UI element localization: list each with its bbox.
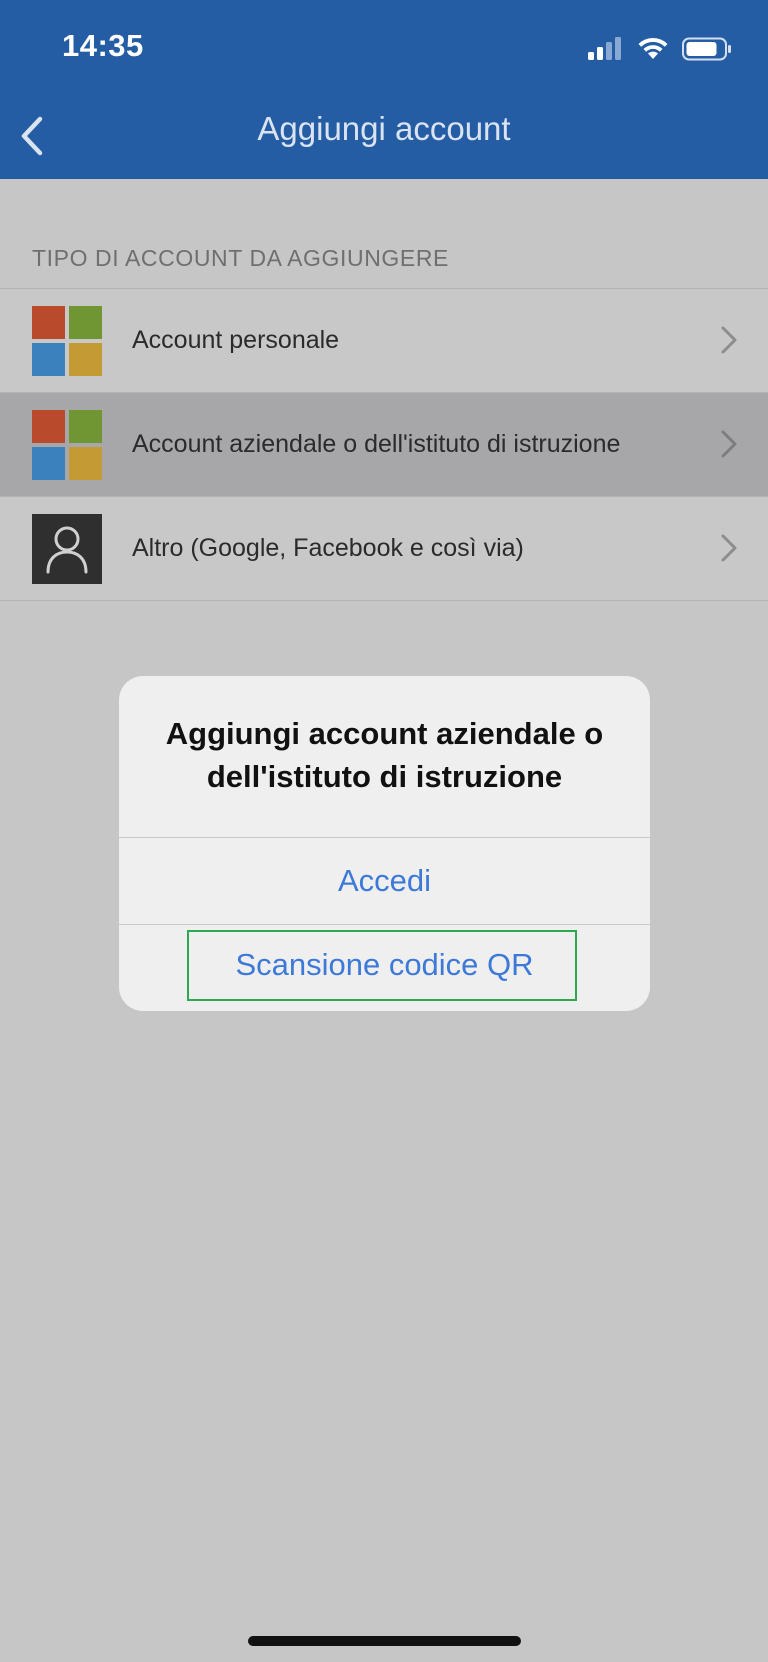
section-header: TIPO DI ACCOUNT DA AGGIUNGERE — [32, 245, 449, 271]
add-work-account-alert: Aggiungi account aziendale o dell'istitu… — [119, 676, 650, 1011]
battery-icon — [682, 37, 731, 61]
top-bar: 14:35 Aggiungi account — [0, 0, 768, 179]
home-indicator[interactable] — [248, 1636, 521, 1646]
account-type-list: Account personale Account aziendale o de… — [0, 288, 768, 601]
list-item-personal-account[interactable]: Account personale — [0, 289, 768, 393]
microsoft-logo-icon — [32, 410, 102, 480]
status-time: 14:35 — [62, 28, 144, 63]
list-item-work-school-account[interactable]: Account aziendale o dell'istituto di ist… — [0, 393, 768, 497]
list-item-label: Account aziendale o dell'istituto di ist… — [132, 430, 621, 458]
alert-title: Aggiungi account aziendale o dell'istitu… — [165, 716, 604, 794]
person-icon — [32, 514, 102, 584]
page-title: Aggiungi account — [257, 110, 511, 147]
list-item-label: Account personale — [132, 326, 340, 354]
chevron-right-icon — [721, 430, 737, 458]
list-item-label: Altro (Google, Facebook e così via) — [132, 534, 524, 562]
cellular-signal-icon — [588, 37, 621, 60]
scan-qr-code-button[interactable]: Scansione codice QR — [119, 923, 650, 1007]
status-icons — [576, 34, 732, 64]
chevron-right-icon — [721, 326, 737, 354]
sign-in-button[interactable]: Accedi — [119, 838, 650, 924]
list-item-other-account[interactable]: Altro (Google, Facebook e così via) — [0, 497, 768, 601]
wifi-icon — [638, 37, 668, 59]
microsoft-logo-icon — [32, 306, 102, 376]
chevron-right-icon — [721, 534, 737, 562]
